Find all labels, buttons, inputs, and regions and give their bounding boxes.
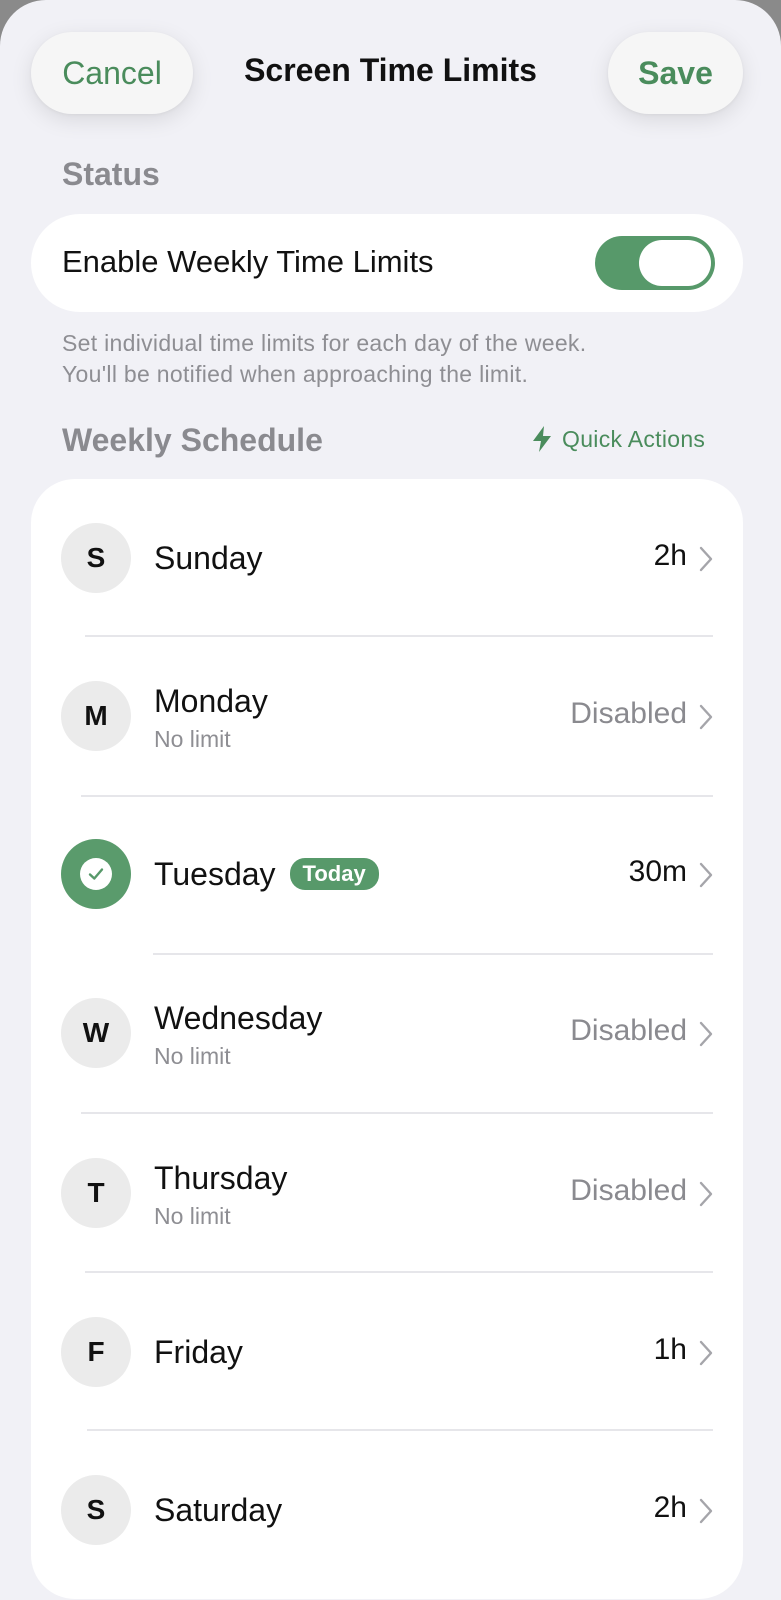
day-row-wednesday[interactable]: W Wednesday No limit Disabled — [31, 954, 743, 1112]
enable-limits-row: Enable Weekly Time Limits — [31, 214, 743, 312]
day-name: Sunday — [154, 540, 263, 576]
toggle-knob — [639, 240, 711, 286]
day-limit-value: Disabled — [570, 1174, 687, 1207]
enable-limits-label: Enable Weekly Time Limits — [62, 244, 434, 279]
day-row-saturday[interactable]: S Saturday 2h — [31, 1431, 743, 1589]
day-limit-value: Disabled — [570, 1014, 687, 1047]
save-button[interactable]: Save — [608, 32, 743, 114]
chevron-right-icon — [699, 862, 713, 888]
day-row-friday[interactable]: F Friday 1h — [31, 1273, 743, 1431]
day-name: Tuesday Today — [154, 856, 379, 893]
day-row-sunday[interactable]: S Sunday 2h — [31, 479, 743, 637]
status-helper-text: Set individual time limits for each day … — [62, 328, 722, 390]
settings-sheet: Cancel Screen Time Limits Save Status En… — [0, 0, 781, 1600]
chevron-right-icon — [699, 1498, 713, 1524]
day-name: Friday — [154, 1334, 243, 1370]
day-initial-avatar: W — [61, 998, 131, 1068]
lightning-bolt-icon — [533, 426, 551, 452]
chevron-right-icon — [699, 1181, 713, 1207]
check-ring — [80, 858, 112, 890]
day-limit-value: Disabled — [570, 697, 687, 730]
day-name-text: Tuesday — [154, 856, 276, 892]
chevron-right-icon — [699, 1021, 713, 1047]
day-subtitle: No limit — [154, 1043, 231, 1069]
day-name: Monday — [154, 683, 268, 719]
helper-line-1: Set individual time limits for each day … — [62, 330, 587, 356]
weekly-schedule-heading: Weekly Schedule — [62, 422, 323, 458]
helper-line-2: You'll be notified when approaching the … — [62, 361, 529, 387]
day-initial-avatar: M — [61, 681, 131, 751]
day-row-monday[interactable]: M Monday No limit Disabled — [31, 637, 743, 795]
day-row-thursday[interactable]: T Thursday No limit Disabled — [31, 1114, 743, 1272]
day-initial-avatar: S — [61, 1475, 131, 1545]
today-badge: Today — [289, 858, 379, 890]
day-limit-value: 1h — [653, 1333, 687, 1366]
checkmark-icon — [88, 868, 104, 880]
nav-bar: Cancel Screen Time Limits Save — [0, 0, 781, 150]
day-initial-avatar: T — [61, 1158, 131, 1228]
quick-actions-button[interactable]: Quick Actions — [530, 425, 705, 453]
day-subtitle: No limit — [154, 1203, 231, 1229]
quick-actions-label: Quick Actions — [562, 425, 706, 452]
chevron-right-icon — [699, 546, 713, 572]
enable-limits-toggle[interactable] — [595, 236, 715, 290]
chevron-right-icon — [699, 704, 713, 730]
day-name: Saturday — [154, 1492, 283, 1528]
day-initial-avatar: S — [61, 523, 131, 593]
day-name: Thursday — [154, 1160, 288, 1196]
day-limit-value: 30m — [628, 855, 687, 888]
day-limit-value: 2h — [653, 1491, 687, 1524]
day-subtitle: No limit — [154, 726, 231, 752]
day-row-tuesday[interactable]: Tuesday Today 30m — [31, 795, 743, 953]
day-limit-value: 2h — [653, 539, 687, 572]
chevron-right-icon — [699, 1340, 713, 1366]
day-initial-avatar: F — [61, 1317, 131, 1387]
weekly-schedule-list: S Sunday 2h M Monday No limit Disabled T… — [31, 479, 743, 1599]
day-name: Wednesday — [154, 1000, 323, 1036]
today-check-avatar — [61, 839, 131, 909]
status-section-heading: Status — [62, 156, 160, 192]
